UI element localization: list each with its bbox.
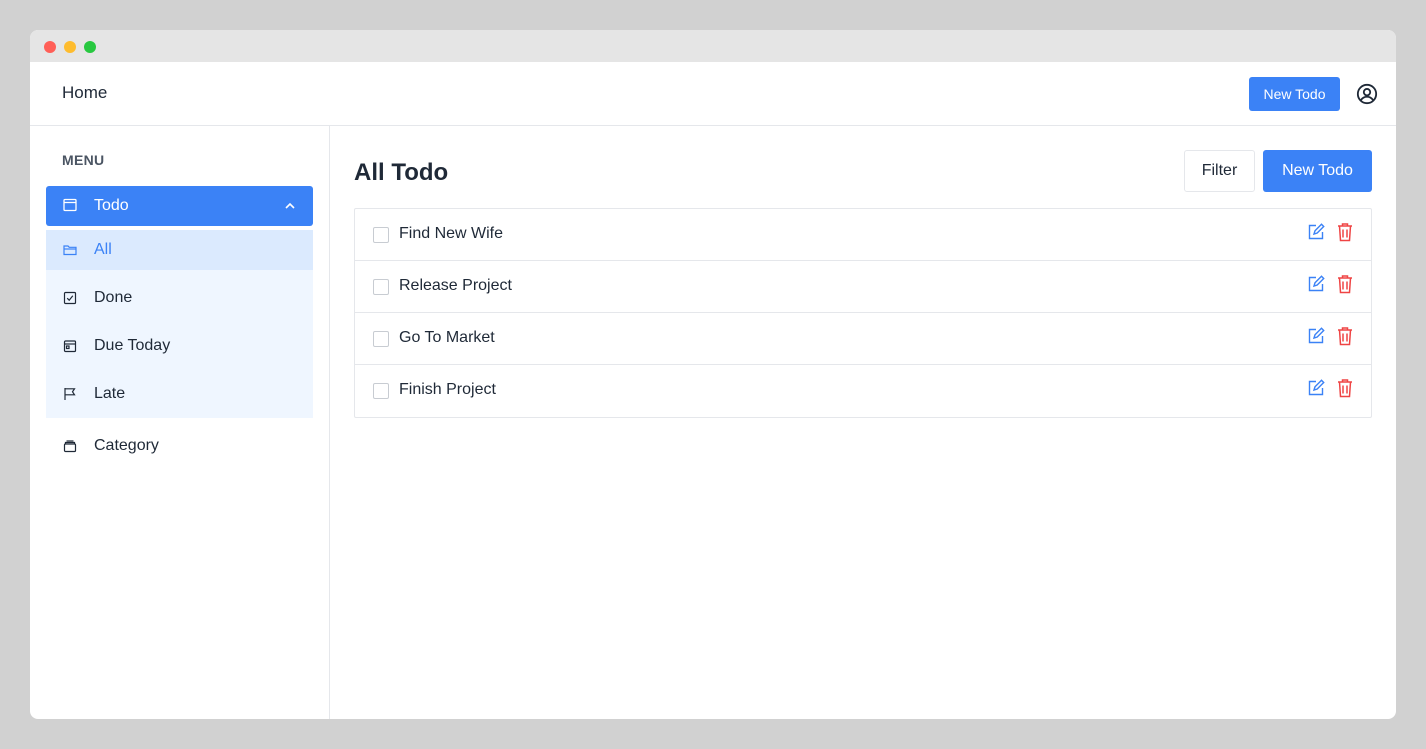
sidebar-item-done[interactable]: Done (46, 278, 313, 318)
folder-icon (63, 245, 77, 256)
page-title: All Todo (354, 159, 449, 186)
edit-icon[interactable] (1307, 379, 1325, 397)
chevron-up-icon[interactable] (283, 199, 297, 213)
flag-icon (64, 388, 76, 400)
todo-item: Finish Project (355, 365, 1371, 417)
todo-submenu: All Done Due Today Late (46, 230, 313, 418)
todo-item: Find New Wife (355, 209, 1371, 261)
main-content: All Todo Filter New Todo Find New Wife R… (330, 126, 1396, 719)
window-icon (63, 198, 77, 212)
sidebar-item-label: Todo (94, 197, 129, 214)
edit-icon[interactable] (1307, 223, 1325, 241)
filter-button[interactable]: Filter (1184, 150, 1255, 192)
trash-icon[interactable] (1337, 274, 1353, 294)
archive-icon (63, 440, 77, 453)
trash-icon[interactable] (1337, 222, 1353, 242)
trash-icon[interactable] (1337, 326, 1353, 346)
new-todo-button[interactable]: New Todo (1263, 150, 1372, 192)
maximize-window-button[interactable] (84, 41, 96, 53)
sidebar-item-category[interactable]: Category (46, 426, 313, 466)
app-window: Home New Todo MENU Todo All Done Due Tod… (30, 30, 1396, 719)
todo-checkbox[interactable] (373, 227, 389, 243)
sidebar-item-due-today[interactable]: Due Today (46, 326, 313, 366)
sidebar-item-todo[interactable]: Todo (46, 186, 313, 226)
sidebar-item-label: Done (94, 289, 133, 306)
sidebar-item-label: Late (94, 385, 126, 402)
todo-checkbox[interactable] (373, 383, 389, 399)
sidebar-item-label: Due Today (94, 337, 171, 354)
close-window-button[interactable] (44, 41, 56, 53)
todo-text: Go To Market (399, 329, 495, 346)
sidebar-item-all[interactable]: All (46, 230, 313, 270)
menu-heading: MENU (62, 152, 105, 168)
minimize-window-button[interactable] (64, 41, 76, 53)
title-bar (30, 30, 1396, 62)
todo-text: Find New Wife (399, 225, 504, 242)
todo-list: Find New Wife Release Project Go To Mark… (354, 208, 1372, 418)
calendar-icon (63, 340, 77, 353)
sidebar: MENU Todo All Done Due Today Late Catego… (30, 126, 330, 719)
sidebar-item-late[interactable]: Late (46, 374, 313, 414)
todo-checkbox[interactable] (373, 279, 389, 295)
checkbox-icon (63, 291, 77, 305)
sidebar-item-label: All (94, 241, 112, 258)
user-circle-icon[interactable] (1356, 83, 1378, 105)
todo-text: Release Project (399, 277, 512, 294)
trash-icon[interactable] (1337, 378, 1353, 398)
todo-item: Release Project (355, 261, 1371, 313)
home-link[interactable]: Home (62, 83, 107, 103)
sidebar-item-label: Category (94, 437, 159, 454)
todo-item: Go To Market (355, 313, 1371, 365)
todo-checkbox[interactable] (373, 331, 389, 347)
edit-icon[interactable] (1307, 327, 1325, 345)
todo-text: Finish Project (399, 381, 496, 398)
edit-icon[interactable] (1307, 275, 1325, 293)
top-navbar: Home New Todo (30, 62, 1396, 126)
navbar-new-todo-button[interactable]: New Todo (1249, 77, 1340, 111)
